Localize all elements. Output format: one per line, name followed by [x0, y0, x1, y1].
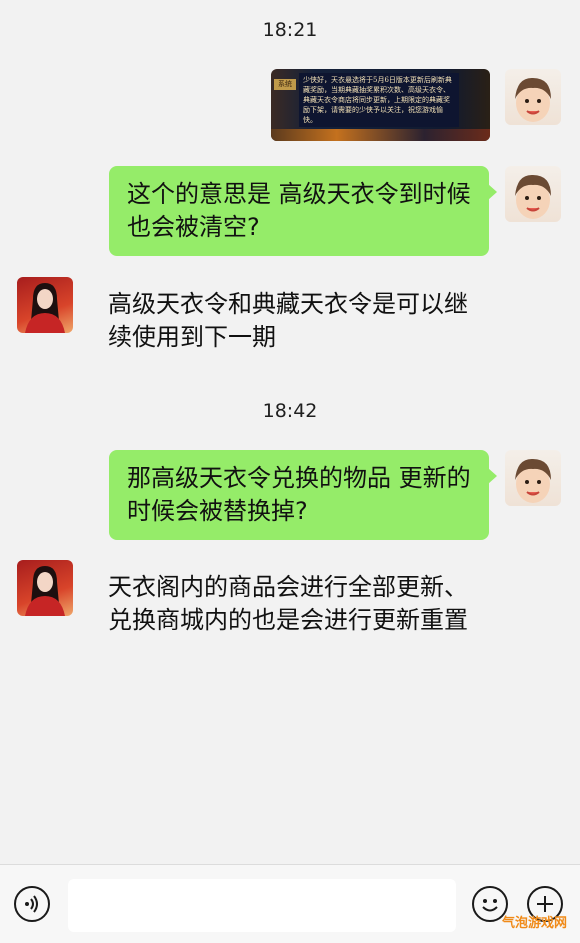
- image-text: 少侠好，天衣悬选将于5月6日版本更新后刷新典藏奖励，当期典藏抽奖累积次数、高级天…: [299, 73, 459, 127]
- avatar[interactable]: [505, 69, 561, 125]
- avatar-image: [515, 77, 551, 122]
- avatar[interactable]: [17, 277, 73, 333]
- incoming-message[interactable]: 高级天衣令和典藏天衣令是可以继续使用到下一期: [108, 288, 478, 354]
- avatar[interactable]: [17, 560, 73, 616]
- timestamp: 18:42: [262, 400, 318, 422]
- incoming-message[interactable]: 天衣阁内的商品会进行全部更新、兑换商城内的也是会进行更新重置: [108, 571, 488, 637]
- avatar[interactable]: [505, 166, 561, 222]
- avatar-image: [25, 566, 65, 616]
- watermark: 气泡游戏网: [502, 916, 568, 931]
- image-tag: 系统: [274, 79, 296, 90]
- avatar-image: [25, 283, 65, 333]
- outgoing-message[interactable]: 这个的意思是 高级天衣令到时候也会被清空?: [109, 166, 497, 256]
- input-bar: 气泡游戏网: [0, 864, 580, 943]
- timestamp: 18:21: [262, 19, 318, 41]
- avatar-image: [515, 458, 551, 503]
- voice-icon: [25, 895, 38, 913]
- voice-icon[interactable]: [14, 886, 50, 922]
- avatar-image: [515, 174, 551, 219]
- avatar[interactable]: [505, 450, 561, 506]
- outgoing-message[interactable]: 那高级天衣令兑换的物品 更新的时候会被替换掉?: [109, 450, 497, 540]
- image-message[interactable]: 系统 少侠好，天衣悬选将于5月6日版本更新后刷新典藏奖励，当期典藏抽奖累积次数、…: [271, 69, 490, 141]
- image-decoration: [271, 129, 490, 141]
- message-input[interactable]: [68, 879, 456, 932]
